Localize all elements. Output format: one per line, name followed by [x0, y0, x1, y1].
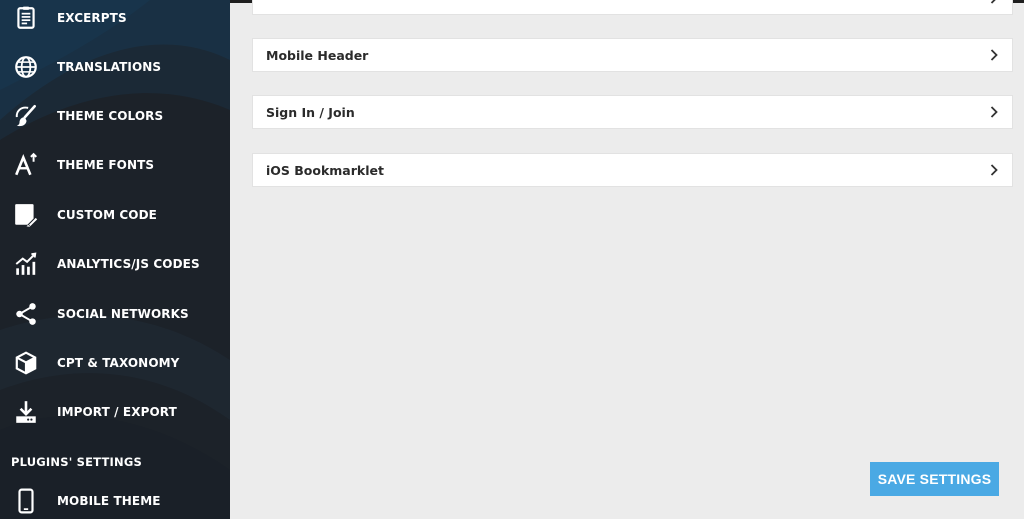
chevron-right-icon: [987, 0, 1001, 5]
settings-panel-collapsed-top[interactable]: [252, 0, 1013, 15]
code-edit-icon: [12, 201, 40, 229]
panel-ios-bookmarklet[interactable]: iOS Bookmarklet: [252, 153, 1013, 187]
sidebar-item-label: SOCIAL NETWORKS: [57, 307, 189, 321]
plugins-settings-heading: PLUGINS' SETTINGS: [11, 455, 142, 469]
sidebar-item-excerpts[interactable]: EXCERPTS: [0, 0, 230, 38]
excerpts-icon: [12, 4, 40, 32]
paint-icon: [12, 102, 40, 130]
font-icon: [12, 151, 40, 179]
download-icon: [12, 398, 40, 426]
chevron-right-icon: [987, 105, 1001, 119]
sidebar-item-import-export[interactable]: IMPORT / EXPORT: [0, 392, 230, 432]
panel-label: Sign In / Join: [266, 105, 355, 120]
sidebar-item-cpt-taxonomy[interactable]: CPT & TAXONOMY: [0, 343, 230, 383]
sidebar-item-translations[interactable]: TRANSLATIONS: [0, 47, 230, 87]
save-settings-button[interactable]: SAVE SETTINGS: [870, 462, 999, 496]
sidebar-item-label: THEME COLORS: [57, 109, 164, 123]
sidebar-item-label: TRANSLATIONS: [57, 60, 162, 74]
sidebar-item-label: CPT & TAXONOMY: [57, 356, 180, 370]
box-icon: [12, 349, 40, 377]
sidebar-item-theme-fonts[interactable]: THEME FONTS: [0, 145, 230, 185]
sidebar-item-analytics[interactable]: ANALYTICS/JS CODES: [0, 244, 230, 284]
sidebar-item-social-networks[interactable]: SOCIAL NETWORKS: [0, 294, 230, 334]
sidebar-item-label: THEME FONTS: [57, 158, 155, 172]
sidebar-item-theme-colors[interactable]: THEME COLORS: [0, 96, 230, 136]
panel-mobile-header[interactable]: Mobile Header: [252, 38, 1013, 72]
sidebar-item-label: MOBILE THEME: [57, 494, 161, 508]
sidebar-item-label: CUSTOM CODE: [57, 208, 157, 222]
app-window: EXCERPTS TRANSLATIONS THEME COLORS THEME…: [0, 0, 1024, 519]
panel-label: iOS Bookmarklet: [266, 163, 384, 178]
chevron-right-icon: [987, 163, 1001, 177]
mobile-icon: [12, 487, 40, 515]
panel-sign-in-join[interactable]: Sign In / Join: [252, 95, 1013, 129]
sidebar-item-label: ANALYTICS/JS CODES: [57, 257, 200, 271]
sidebar: EXCERPTS TRANSLATIONS THEME COLORS THEME…: [0, 0, 230, 519]
sidebar-item-mobile-theme[interactable]: MOBILE THEME: [0, 481, 230, 519]
globe-icon: [12, 53, 40, 81]
panel-label: Mobile Header: [266, 48, 369, 63]
sidebar-item-label: IMPORT / EXPORT: [57, 405, 177, 419]
analytics-icon: [12, 250, 40, 278]
sidebar-item-label: EXCERPTS: [57, 11, 127, 25]
share-icon: [12, 300, 40, 328]
chevron-right-icon: [987, 48, 1001, 62]
sidebar-item-custom-code[interactable]: CUSTOM CODE: [0, 195, 230, 235]
